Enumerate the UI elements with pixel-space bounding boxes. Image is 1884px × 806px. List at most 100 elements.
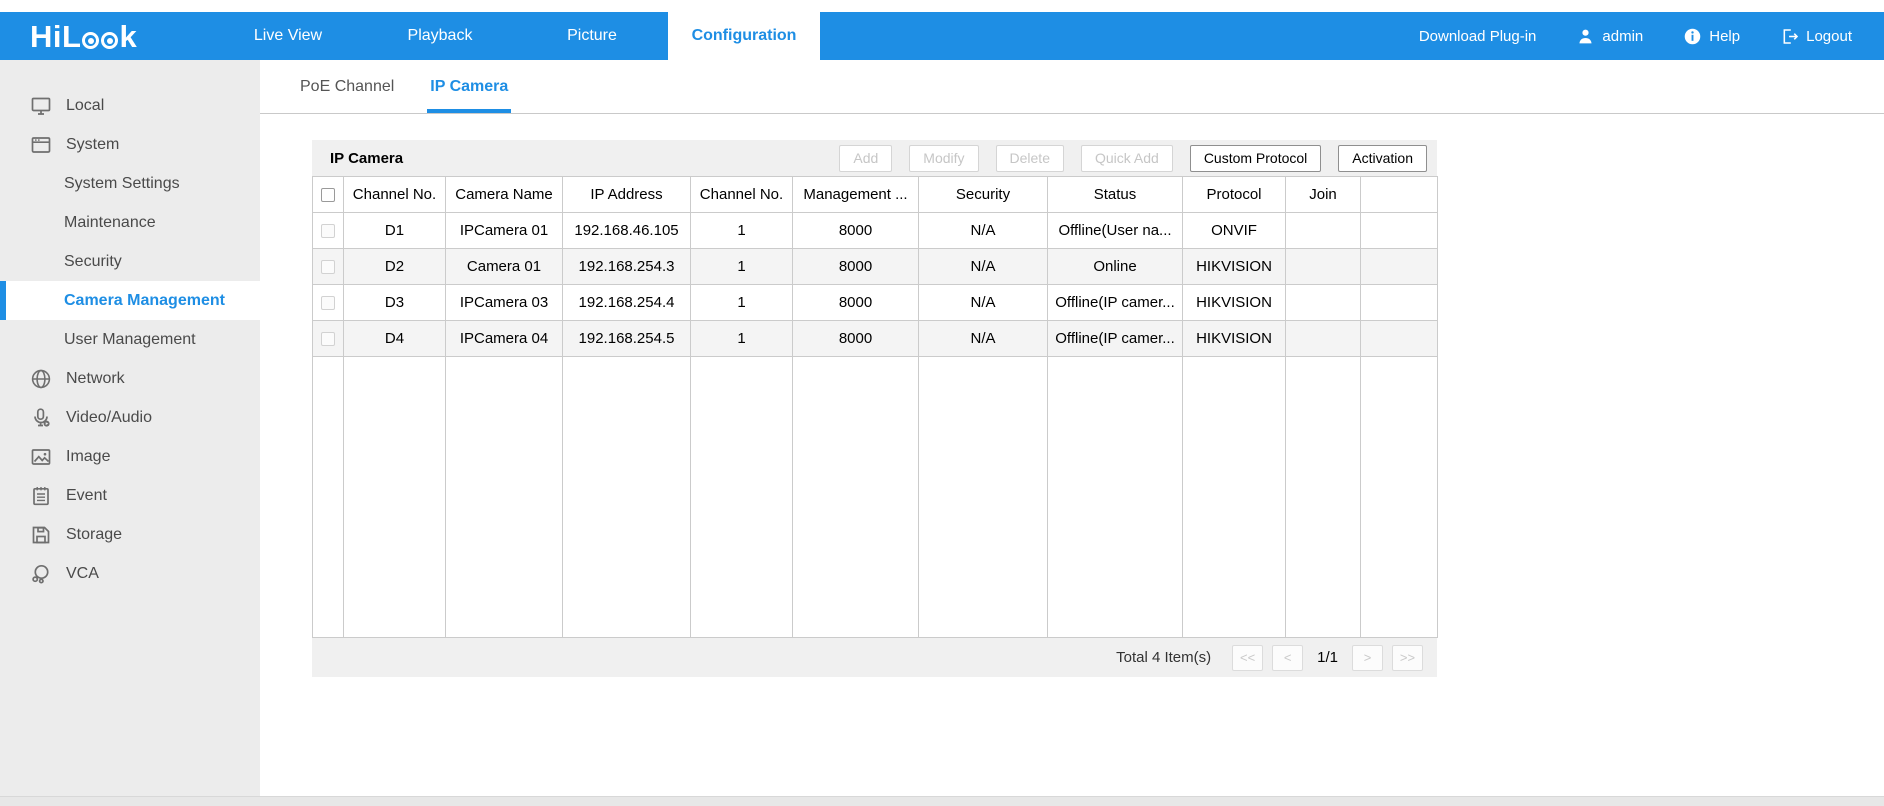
cell-channel-no: 1	[691, 249, 793, 285]
ip-camera-table: Channel No.Camera NameIP AddressChannel …	[312, 176, 1438, 638]
column-header-protocol: Protocol	[1183, 177, 1286, 213]
cell-ip-address: 192.168.254.3	[563, 249, 691, 285]
cell-protocol: ONVIF	[1183, 213, 1286, 249]
sidebar-item-vca[interactable]: VCA	[0, 554, 260, 593]
logout-icon	[1780, 27, 1799, 46]
sidebar-item-security[interactable]: Security	[0, 242, 260, 281]
row-checkbox[interactable]	[321, 332, 335, 346]
sidebar-item-label: Camera Management	[64, 292, 225, 310]
tab-poe-channel[interactable]: PoE Channel	[297, 60, 397, 113]
quick-add-button[interactable]: Quick Add	[1081, 145, 1173, 172]
empty-cell	[344, 357, 446, 638]
sidebar-item-network[interactable]: Network	[0, 359, 260, 398]
sidebar-item-image[interactable]: Image	[0, 437, 260, 476]
panel-title: IP Camera	[330, 150, 403, 167]
topbar-right: Download Plug-in admin Help Logout	[1419, 12, 1884, 60]
delete-button[interactable]: Delete	[996, 145, 1064, 172]
nav-playback[interactable]: Playback	[364, 12, 516, 60]
logout-link[interactable]: Logout	[1780, 27, 1852, 46]
empty-cell	[919, 357, 1048, 638]
activation-button[interactable]: Activation	[1338, 145, 1427, 172]
cell-ip-address: 192.168.254.4	[563, 285, 691, 321]
cell-management: 8000	[793, 249, 919, 285]
cell-protocol: HIKVISION	[1183, 321, 1286, 357]
row-checkbox[interactable]	[321, 224, 335, 238]
sidebar-item-label: VCA	[66, 565, 99, 583]
download-plugin-link[interactable]: Download Plug-in	[1419, 28, 1537, 45]
sidebar-item-local[interactable]: Local	[0, 86, 260, 125]
tab-ip-camera[interactable]: IP Camera	[427, 60, 511, 113]
cell-management: 8000	[793, 321, 919, 357]
help-link[interactable]: Help	[1683, 27, 1740, 46]
next-page-button[interactable]: >	[1352, 645, 1383, 671]
sidebar-item-event[interactable]: Event	[0, 476, 260, 515]
cell-channel-no: 1	[691, 285, 793, 321]
empty-cell	[563, 357, 691, 638]
window-top-strip	[0, 0, 1884, 12]
cell-status: Offline(IP camer...	[1048, 285, 1183, 321]
monitor-icon	[28, 95, 54, 117]
microphone-icon	[28, 407, 54, 429]
row-checkbox[interactable]	[321, 260, 335, 274]
cell-status: Offline(User na...	[1048, 213, 1183, 249]
cell-ip-address: 192.168.254.5	[563, 321, 691, 357]
cell-camera-name: IPCamera 03	[446, 285, 563, 321]
main-nav: Live ViewPlaybackPictureConfiguration	[212, 12, 820, 60]
row-select-cell	[313, 285, 344, 321]
cell-security: N/A	[919, 249, 1048, 285]
cell-protocol: HIKVISION	[1183, 285, 1286, 321]
topbar: HiLk Live ViewPlaybackPictureConfigurati…	[0, 12, 1884, 60]
table-footer: Total 4 Item(s) << < 1/1 > >>	[312, 638, 1437, 677]
table-row-d1[interactable]: D1IPCamera 01192.168.46.10518000N/AOffli…	[313, 213, 1438, 249]
table-row-d2[interactable]: D2Camera 01192.168.254.318000N/AOnlineHI…	[313, 249, 1438, 285]
empty-cell	[1048, 357, 1183, 638]
table-row-d3[interactable]: D3IPCamera 03192.168.254.418000N/AOfflin…	[313, 285, 1438, 321]
sidebar-item-video-audio[interactable]: Video/Audio	[0, 398, 260, 437]
select-all-checkbox[interactable]	[321, 188, 335, 202]
add-button[interactable]: Add	[839, 145, 892, 172]
logo-text-prefix: HiL	[30, 21, 81, 52]
column-header-status: Status	[1048, 177, 1183, 213]
username-label: admin	[1602, 28, 1643, 45]
prev-page-button[interactable]: <	[1272, 645, 1303, 671]
column-header-blank	[1361, 177, 1438, 213]
cell-join	[1286, 285, 1361, 321]
row-checkbox[interactable]	[321, 296, 335, 310]
cell-camera-name: IPCamera 04	[446, 321, 563, 357]
nav-configuration[interactable]: Configuration	[668, 12, 820, 60]
column-header-join: Join	[1286, 177, 1361, 213]
sidebar-item-label: System	[66, 136, 119, 154]
cell-channel-no: D4	[344, 321, 446, 357]
sidebar-item-system[interactable]: System	[0, 125, 260, 164]
first-page-button[interactable]: <<	[1232, 645, 1263, 671]
config-tabs: PoE Channel IP Camera	[260, 60, 1884, 114]
empty-cell	[313, 357, 344, 638]
cell-security: N/A	[919, 321, 1048, 357]
sidebar-item-storage[interactable]: Storage	[0, 515, 260, 554]
hilook-logo: HiLk	[0, 12, 212, 60]
cell-security: N/A	[919, 213, 1048, 249]
nav-picture[interactable]: Picture	[516, 12, 668, 60]
sidebar-item-system-settings[interactable]: System Settings	[0, 164, 260, 203]
image-icon	[28, 446, 54, 468]
nav-live-view[interactable]: Live View	[212, 12, 364, 60]
row-select-cell	[313, 321, 344, 357]
table-row-d4[interactable]: D4IPCamera 04192.168.254.518000N/AOfflin…	[313, 321, 1438, 357]
column-header-security: Security	[919, 177, 1048, 213]
cell-extra	[1361, 249, 1438, 285]
cell-join	[1286, 249, 1361, 285]
user-menu[interactable]: admin	[1576, 27, 1643, 46]
modify-button[interactable]: Modify	[909, 145, 978, 172]
sidebar-item-label: Security	[64, 253, 122, 271]
empty-cell	[1183, 357, 1286, 638]
horizontal-scrollbar-track[interactable]	[0, 796, 1884, 806]
column-header-camera-name: Camera Name	[446, 177, 563, 213]
sidebar-item-maintenance[interactable]: Maintenance	[0, 203, 260, 242]
sidebar-item-camera-management[interactable]: Camera Management	[0, 281, 260, 320]
cell-channel-no: D2	[344, 249, 446, 285]
column-header-management: Management ...	[793, 177, 919, 213]
sidebar-item-user-management[interactable]: User Management	[0, 320, 260, 359]
content-area: PoE Channel IP Camera IP Camera Add Modify…	[260, 60, 1884, 796]
custom-protocol-button[interactable]: Custom Protocol	[1190, 145, 1321, 172]
last-page-button[interactable]: >>	[1392, 645, 1423, 671]
